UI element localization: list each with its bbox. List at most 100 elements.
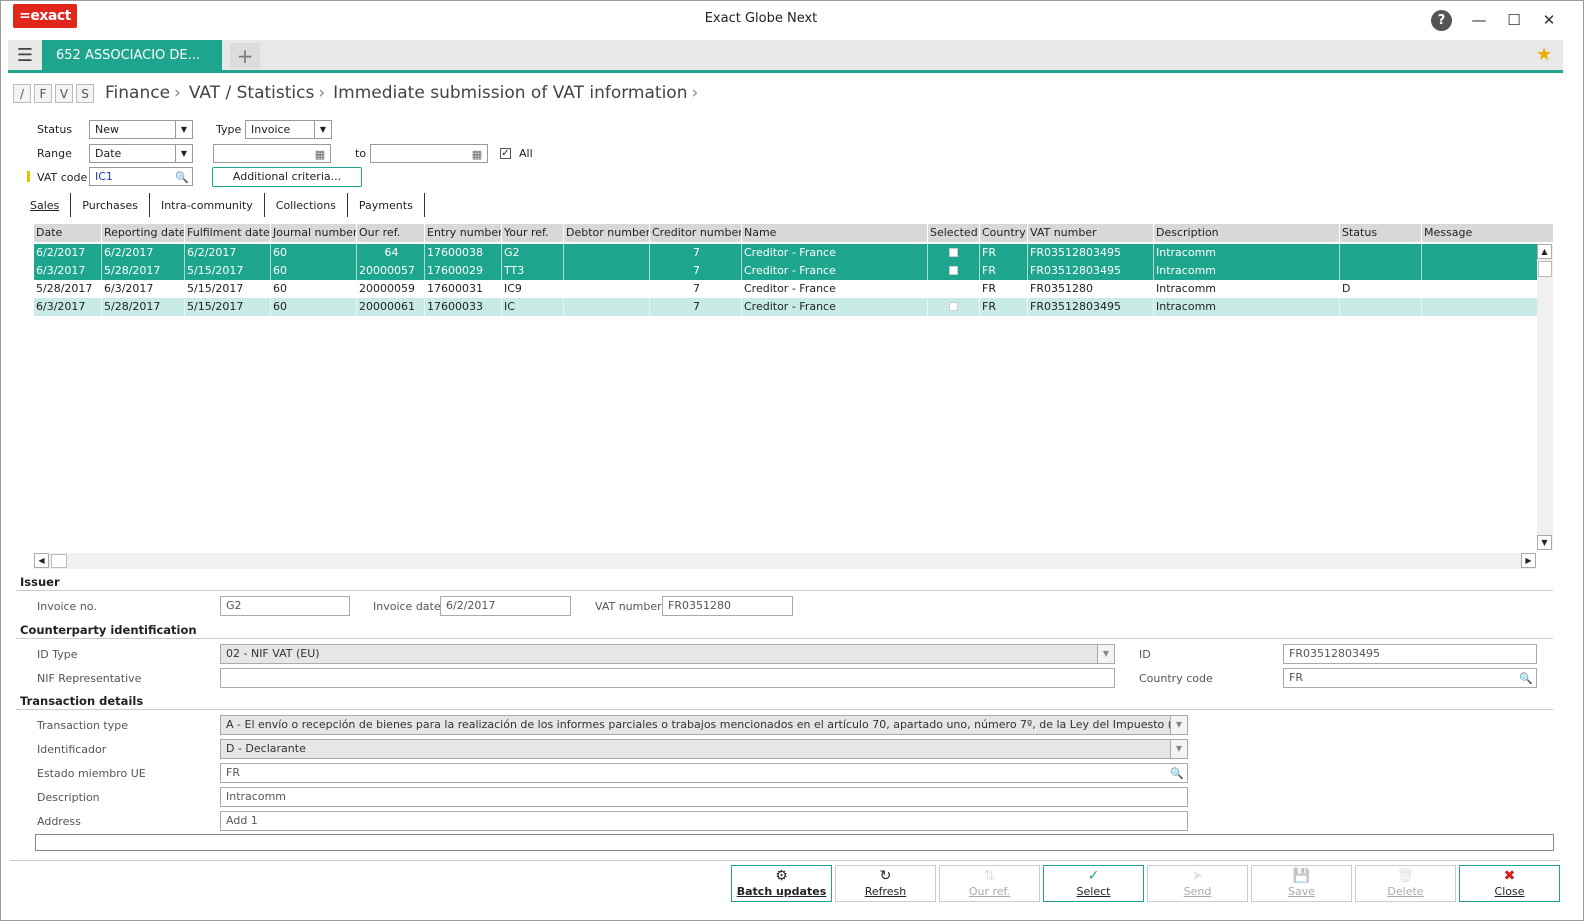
nif-representative-label: NIF Representative <box>37 672 142 685</box>
add-tab-button[interactable]: + <box>230 43 260 69</box>
breadcrumb-vat-statistics[interactable]: VAT / Statistics <box>189 83 314 103</box>
estado-miembro-field[interactable]: FR 🔍 <box>220 763 1188 783</box>
column-header-date[interactable]: Date <box>34 224 102 242</box>
hamburger-menu-icon[interactable]: ☰ <box>10 43 40 69</box>
scroll-up-icon[interactable]: ▲ <box>1537 244 1552 259</box>
select-button[interactable]: ✓ Select <box>1043 865 1144 902</box>
type-select[interactable]: Invoice ▼ <box>245 120 332 139</box>
column-header-selected[interactable]: Selected <box>928 224 980 242</box>
identificador-select[interactable]: D - Declarante ▼ <box>220 739 1188 759</box>
close-window-button[interactable]: ✕ <box>1537 9 1561 31</box>
close-button[interactable]: ✖ Close <box>1459 865 1560 902</box>
shortcut-key-slash[interactable]: / <box>13 83 31 103</box>
scroll-down-icon[interactable]: ▼ <box>1537 535 1552 550</box>
tab-sales[interactable]: Sales <box>19 193 72 217</box>
save-button[interactable]: 💾 Save <box>1251 865 1352 902</box>
row-select-checkbox[interactable] <box>949 248 958 257</box>
id-field[interactable]: FR03512803495 <box>1283 644 1537 664</box>
column-header-entry-number[interactable]: Entry number <box>425 224 502 242</box>
column-header-name[interactable]: Name <box>742 224 928 242</box>
invoice-date-field[interactable]: 6/2/2017 <box>440 596 571 616</box>
cell-reporting-date: 5/28/2017 <box>102 298 185 316</box>
cell-vat-number: FR03512803495 <box>1028 298 1154 316</box>
column-header-status[interactable]: Status <box>1340 224 1422 242</box>
cell-vat-number: FR03512803495 <box>1028 244 1154 262</box>
column-header-country[interactable]: Country <box>980 224 1028 242</box>
minimize-button[interactable]: — <box>1467 9 1491 31</box>
transaction-type-select[interactable]: A - El envío o recepción de bienes para … <box>220 715 1188 735</box>
lookup-icon[interactable]: 🔍 <box>174 169 190 184</box>
chevron-down-icon: ▼ <box>175 121 192 138</box>
favorite-star-icon[interactable]: ★ <box>1536 44 1552 65</box>
batch-updates-button[interactable]: ⚙ Batch updates <box>731 865 832 902</box>
invoice-no-field[interactable]: G2 <box>220 596 350 616</box>
scroll-thumb[interactable] <box>1538 261 1552 277</box>
shortcut-key-f[interactable]: F <box>34 83 52 103</box>
range-to-input[interactable]: ▦ <box>370 144 488 163</box>
table-row[interactable]: 6/3/2017 5/28/2017 5/15/2017 60 20000057 1760… <box>34 262 1554 280</box>
address-field[interactable]: Add 1 <box>220 811 1188 831</box>
description-field[interactable]: Intracomm <box>220 787 1188 807</box>
scroll-right-icon[interactable]: ▶ <box>1521 553 1536 568</box>
id-type-value: 02 - NIF VAT (EU) <box>226 647 320 660</box>
nif-representative-field[interactable] <box>220 668 1115 688</box>
column-header-journal-number[interactable]: Journal number <box>271 224 357 242</box>
address-line-2-field[interactable] <box>35 834 1554 851</box>
chevron-down-icon: ▼ <box>1170 740 1187 758</box>
column-header-message[interactable]: Message <box>1422 224 1554 242</box>
horizontal-scrollbar[interactable]: ◀ ▶ <box>34 553 1536 569</box>
tab-payments[interactable]: Payments <box>348 193 425 217</box>
id-type-select[interactable]: 02 - NIF VAT (EU) ▼ <box>220 644 1115 664</box>
cell-selected <box>928 262 980 280</box>
status-select[interactable]: New ▼ <box>89 120 193 139</box>
vat-number-field[interactable]: FR0351280 <box>662 596 793 616</box>
help-icon[interactable]: ? <box>1431 10 1452 31</box>
lookup-icon[interactable]: 🔍 <box>1519 670 1533 687</box>
tab-intra-community[interactable]: Intra-community <box>150 193 265 217</box>
breadcrumb-finance[interactable]: Finance <box>105 83 170 103</box>
refresh-button[interactable]: ↻ Refresh <box>835 865 936 902</box>
vat-code-input[interactable]: IC1 🔍 <box>89 167 193 186</box>
all-checkbox[interactable]: ✓ <box>500 148 511 159</box>
cell-date: 6/2/2017 <box>34 244 102 262</box>
column-header-description[interactable]: Description <box>1154 224 1340 242</box>
cell-our-ref: 20000059 <box>357 280 425 298</box>
column-header-creditor-number[interactable]: Creditor number <box>650 224 742 242</box>
delete-button[interactable]: 🗑 Delete <box>1355 865 1456 902</box>
calendar-icon[interactable]: ▦ <box>312 146 328 161</box>
cell-your-ref: TT3 <box>502 262 564 280</box>
hscroll-thumb[interactable] <box>51 554 67 568</box>
company-tab[interactable]: 652 ASSOCIACIO DE... <box>42 40 222 70</box>
additional-criteria-button[interactable]: Additional criteria... <box>212 167 362 187</box>
column-header-reporting-date[interactable]: Reporting date <box>102 224 185 242</box>
range-select[interactable]: Date ▼ <box>89 144 193 163</box>
our-ref-button[interactable]: ⇅ Our ref. <box>939 865 1040 902</box>
scroll-left-icon[interactable]: ◀ <box>34 553 49 568</box>
country-code-field[interactable]: FR 🔍 <box>1283 668 1537 688</box>
table-row[interactable]: 6/2/2017 6/2/2017 6/2/2017 60 64 17600038 G2 7 C… <box>34 244 1554 262</box>
shortcut-key-v[interactable]: V <box>55 83 73 103</box>
maximize-button[interactable]: ☐ <box>1502 9 1526 31</box>
column-header-vat-number[interactable]: VAT number <box>1028 224 1154 242</box>
lookup-icon[interactable]: 🔍 <box>1170 765 1184 782</box>
shortcut-key-s[interactable]: S <box>76 83 94 103</box>
breadcrumb-immediate-submission[interactable]: Immediate submission of VAT information <box>333 83 687 103</box>
table-row[interactable]: 5/28/2017 6/3/2017 5/15/2017 60 20000059 1760… <box>34 280 1554 298</box>
column-header-our-ref[interactable]: Our ref. <box>357 224 425 242</box>
column-header-your-ref[interactable]: Your ref. <box>502 224 564 242</box>
all-label: All <box>519 147 533 160</box>
vertical-scrollbar[interactable]: ▲ ▼ <box>1537 244 1553 550</box>
row-select-checkbox[interactable] <box>949 302 958 311</box>
send-button[interactable]: ➤ Send <box>1147 865 1248 902</box>
column-header-debtor-number[interactable]: Debtor number <box>564 224 650 242</box>
range-from-input[interactable]: ▦ <box>213 144 331 163</box>
tab-purchases[interactable]: Purchases <box>71 193 150 217</box>
description-label: Description <box>37 791 100 804</box>
cell-name: Creditor - France <box>742 280 928 298</box>
calendar-icon[interactable]: ▦ <box>469 146 485 161</box>
column-header-fulfilment-date[interactable]: Fulfilment date <box>185 224 271 242</box>
tab-collections[interactable]: Collections <box>265 193 348 217</box>
cell-status <box>1340 244 1422 262</box>
row-select-checkbox[interactable] <box>949 266 958 275</box>
table-row[interactable]: 6/3/2017 5/28/2017 5/15/2017 60 20000061 1760… <box>34 298 1554 316</box>
